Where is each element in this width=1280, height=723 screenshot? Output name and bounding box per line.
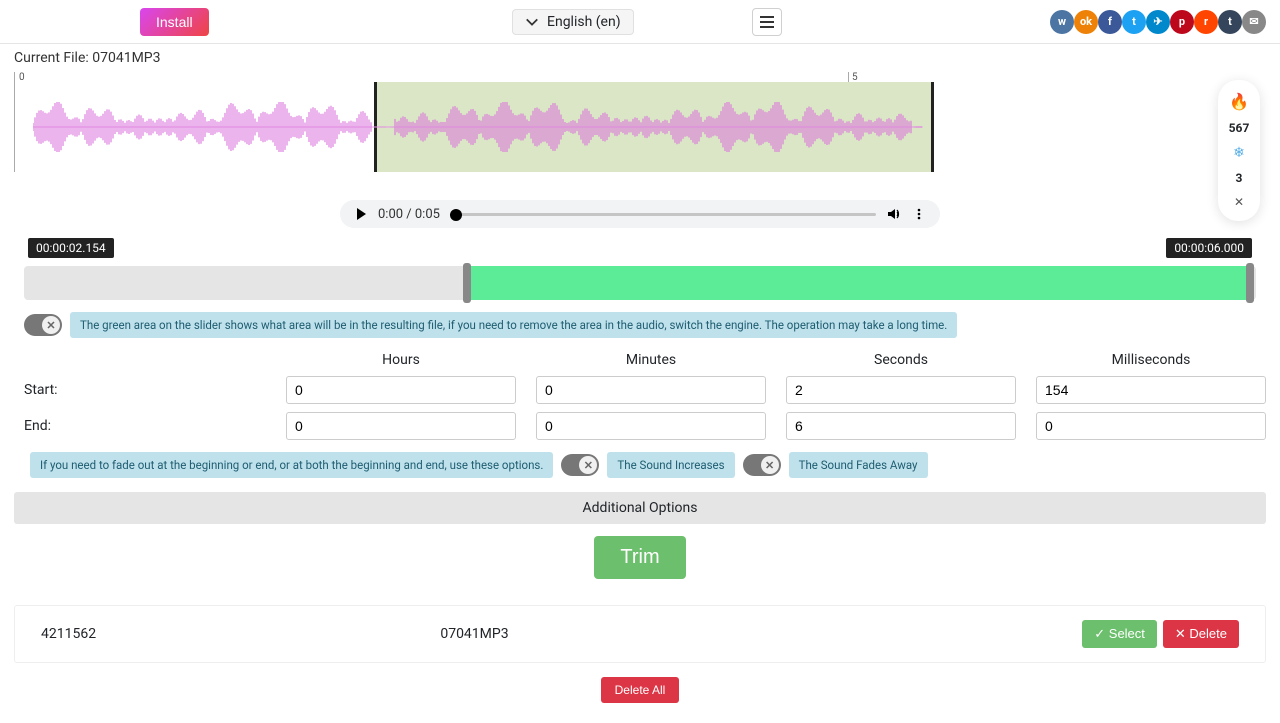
col-seconds: Seconds: [786, 352, 1016, 368]
player-seek-knob[interactable]: [450, 209, 462, 221]
range-selection: [468, 266, 1249, 300]
player-seekbar[interactable]: [450, 213, 876, 216]
language-selector[interactable]: English (en): [512, 9, 634, 35]
downvote-count: 3: [1236, 171, 1243, 185]
range-handle-start[interactable]: [463, 263, 471, 303]
fade-in-toggle[interactable]: ✕: [561, 454, 599, 476]
range-handle-end[interactable]: [1246, 263, 1254, 303]
end-ms-input[interactable]: [1036, 412, 1266, 440]
toggle-knob-icon: ✕: [579, 456, 597, 474]
delete-all-button[interactable]: Delete All: [601, 677, 680, 703]
fire-icon[interactable]: 🔥: [1229, 92, 1249, 111]
current-file-label: Current File: 07041MP3: [14, 50, 1266, 66]
chevron-down-icon: [525, 15, 539, 29]
volume-icon[interactable]: [886, 206, 902, 222]
col-hours: Hours: [286, 352, 516, 368]
email-icon[interactable]: ✉: [1242, 10, 1266, 34]
end-hours-input[interactable]: [286, 412, 516, 440]
timecode-start: 00:00:02.154: [28, 238, 114, 258]
play-icon: [354, 207, 368, 221]
hamburger-icon: [760, 16, 774, 28]
start-hours-input[interactable]: [286, 376, 516, 404]
waveform-display[interactable]: 0 5: [14, 72, 1266, 172]
play-button[interactable]: [354, 207, 368, 221]
start-ms-input[interactable]: [1036, 376, 1266, 404]
file-id: 4211562: [41, 626, 440, 642]
start-label: Start:: [14, 382, 266, 398]
range-slider[interactable]: [24, 266, 1256, 300]
reddit-icon[interactable]: r: [1194, 10, 1218, 34]
delete-button[interactable]: ✕ Delete: [1163, 620, 1239, 648]
mode-toggle[interactable]: ✕: [24, 314, 62, 336]
table-row: 4211562 07041MP3 ✓ Select ✕ Delete: [15, 606, 1265, 662]
col-minutes: Minutes: [536, 352, 766, 368]
file-name: 07041MP3: [440, 626, 839, 642]
player-time: 0:00 / 0:05: [378, 207, 440, 222]
end-label: End:: [14, 418, 266, 434]
audio-player: 0:00 / 0:05: [340, 200, 940, 228]
waveform-graphic: [33, 102, 923, 152]
end-minutes-input[interactable]: [536, 412, 766, 440]
hint-fade: If you need to fade out at the beginning…: [30, 452, 553, 478]
upvote-count: 567: [1229, 121, 1250, 135]
facebook-icon[interactable]: f: [1098, 10, 1122, 34]
tumblr-icon[interactable]: t: [1218, 10, 1242, 34]
toggle-knob-icon: ✕: [761, 456, 779, 474]
close-icon[interactable]: ✕: [1234, 195, 1244, 209]
hint-mode: The green area on the slider shows what …: [70, 312, 957, 338]
telegram-icon[interactable]: ✈: [1146, 10, 1170, 34]
file-table: 4211562 07041MP3 ✓ Select ✕ Delete: [14, 605, 1266, 663]
start-minutes-input[interactable]: [536, 376, 766, 404]
fade-out-toggle[interactable]: ✕: [743, 454, 781, 476]
social-share-bar: w ok f t ✈ p r t ✉: [1050, 10, 1266, 34]
twitter-icon[interactable]: t: [1122, 10, 1146, 34]
install-button[interactable]: Install: [140, 8, 209, 36]
player-more-icon[interactable]: [912, 207, 926, 221]
pinterest-icon[interactable]: p: [1170, 10, 1194, 34]
select-button[interactable]: ✓ Select: [1082, 620, 1157, 648]
timecode-end: 00:00:06.000: [1166, 238, 1252, 258]
language-label: English (en): [547, 14, 621, 30]
menu-button[interactable]: [752, 8, 782, 36]
vote-panel: 🔥 567 ❄ 3 ✕: [1218, 80, 1260, 221]
fade-out-label: The Sound Fades Away: [789, 452, 928, 478]
end-seconds-input[interactable]: [786, 412, 1016, 440]
start-seconds-input[interactable]: [786, 376, 1016, 404]
fade-in-label: The Sound Increases: [607, 452, 734, 478]
ok-icon[interactable]: ok: [1074, 10, 1098, 34]
additional-options-toggle[interactable]: Additional Options: [14, 492, 1266, 524]
trim-button[interactable]: Trim: [594, 536, 685, 579]
toggle-knob-icon: ✕: [42, 316, 60, 334]
snowflake-icon[interactable]: ❄: [1233, 145, 1245, 161]
waveform-tick-0: 0: [19, 72, 25, 83]
col-milliseconds: Milliseconds: [1036, 352, 1266, 368]
vk-icon[interactable]: w: [1050, 10, 1074, 34]
